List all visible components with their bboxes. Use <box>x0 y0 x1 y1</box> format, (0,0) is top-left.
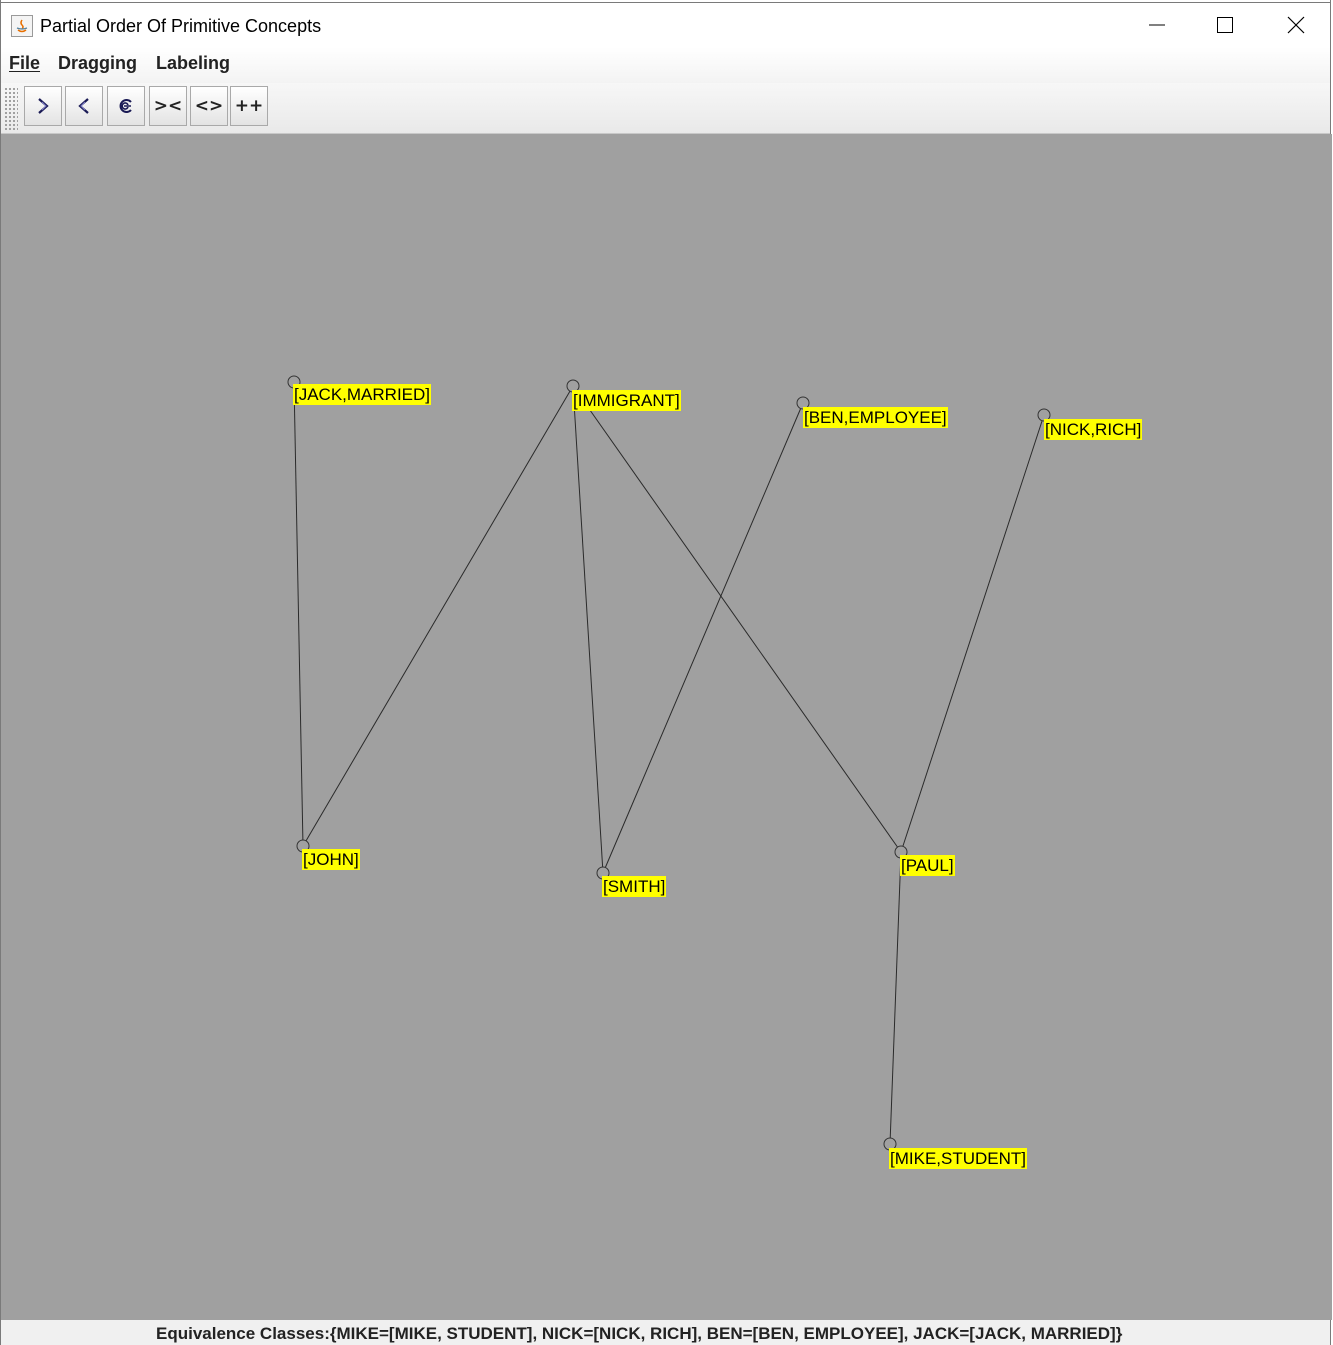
close-icon <box>1287 16 1305 34</box>
java-app-icon <box>11 15 33 37</box>
rotate-icon <box>119 99 132 113</box>
graph-edges <box>287 375 1051 1151</box>
rotate-button[interactable] <box>107 86 145 126</box>
node-label-smith[interactable]: [SMITH] <box>602 876 667 897</box>
next-button[interactable] <box>24 86 62 126</box>
maximize-button[interactable] <box>1191 3 1259 47</box>
menu-bar: File Dragging Labeling <box>1 47 1330 83</box>
arrow-left-icon <box>78 98 89 114</box>
equivalence-classes-text: Equivalence Classes:{MIKE=[MIKE, STUDENT… <box>156 1324 1123 1343</box>
add-button[interactable]: ++ <box>230 86 268 126</box>
title-bar[interactable]: Partial Order Of Primitive Concepts <box>1 2 1330 47</box>
edge-immigrant-smith <box>572 385 604 874</box>
node-label-mike-student[interactable]: [MIKE,STUDENT] <box>889 1148 1028 1169</box>
node-label-paul[interactable]: [PAUL] <box>900 855 955 876</box>
toolbar-grip[interactable] <box>4 87 18 131</box>
node-label-nick-rich[interactable]: [NICK,RICH] <box>1044 419 1143 440</box>
node-label-jack-married[interactable]: [JACK,MARRIED] <box>293 384 432 405</box>
edge-jack-married-john <box>293 381 304 847</box>
menu-file-label: File <box>9 53 41 73</box>
status-bar: Equivalence Classes:{MIKE=[MIKE, STUDENT… <box>1 1320 1330 1345</box>
graph-canvas[interactable]: [JACK,MARRIED] [IMMIGRANT] [BEN,EMPLOYEE… <box>1 134 1332 1320</box>
menu-dragging[interactable]: Dragging <box>58 53 137 74</box>
maximize-icon <box>1217 17 1233 33</box>
node-label-ben-employee[interactable]: [BEN,EMPLOYEE] <box>803 407 948 428</box>
app-window: Partial Order Of Primitive Concepts File… <box>0 0 1332 1345</box>
node-label-immigrant[interactable]: [IMMIGRANT] <box>572 390 681 411</box>
edge-immigrant-paul <box>572 385 902 853</box>
minimize-icon <box>1149 24 1165 26</box>
arrow-right-icon <box>38 98 49 114</box>
edge-immigrant-john <box>302 385 574 847</box>
edge-nick-rich-paul <box>900 414 1045 853</box>
menu-labeling[interactable]: Labeling <box>156 53 230 74</box>
minimize-button[interactable] <box>1123 3 1191 47</box>
compress-button[interactable]: >< <box>149 86 187 126</box>
expand-button[interactable]: <> <box>190 86 228 126</box>
menu-file[interactable]: File <box>9 53 40 74</box>
previous-button[interactable] <box>65 86 103 126</box>
edge-ben-employee-smith <box>602 402 804 874</box>
toolbar: >< <> ++ <box>1 83 1330 134</box>
edge-paul-mike-student <box>889 851 902 1145</box>
node-label-john[interactable]: [JOHN] <box>302 849 360 870</box>
window-title: Partial Order Of Primitive Concepts <box>40 16 322 36</box>
close-button[interactable] <box>1262 3 1330 47</box>
